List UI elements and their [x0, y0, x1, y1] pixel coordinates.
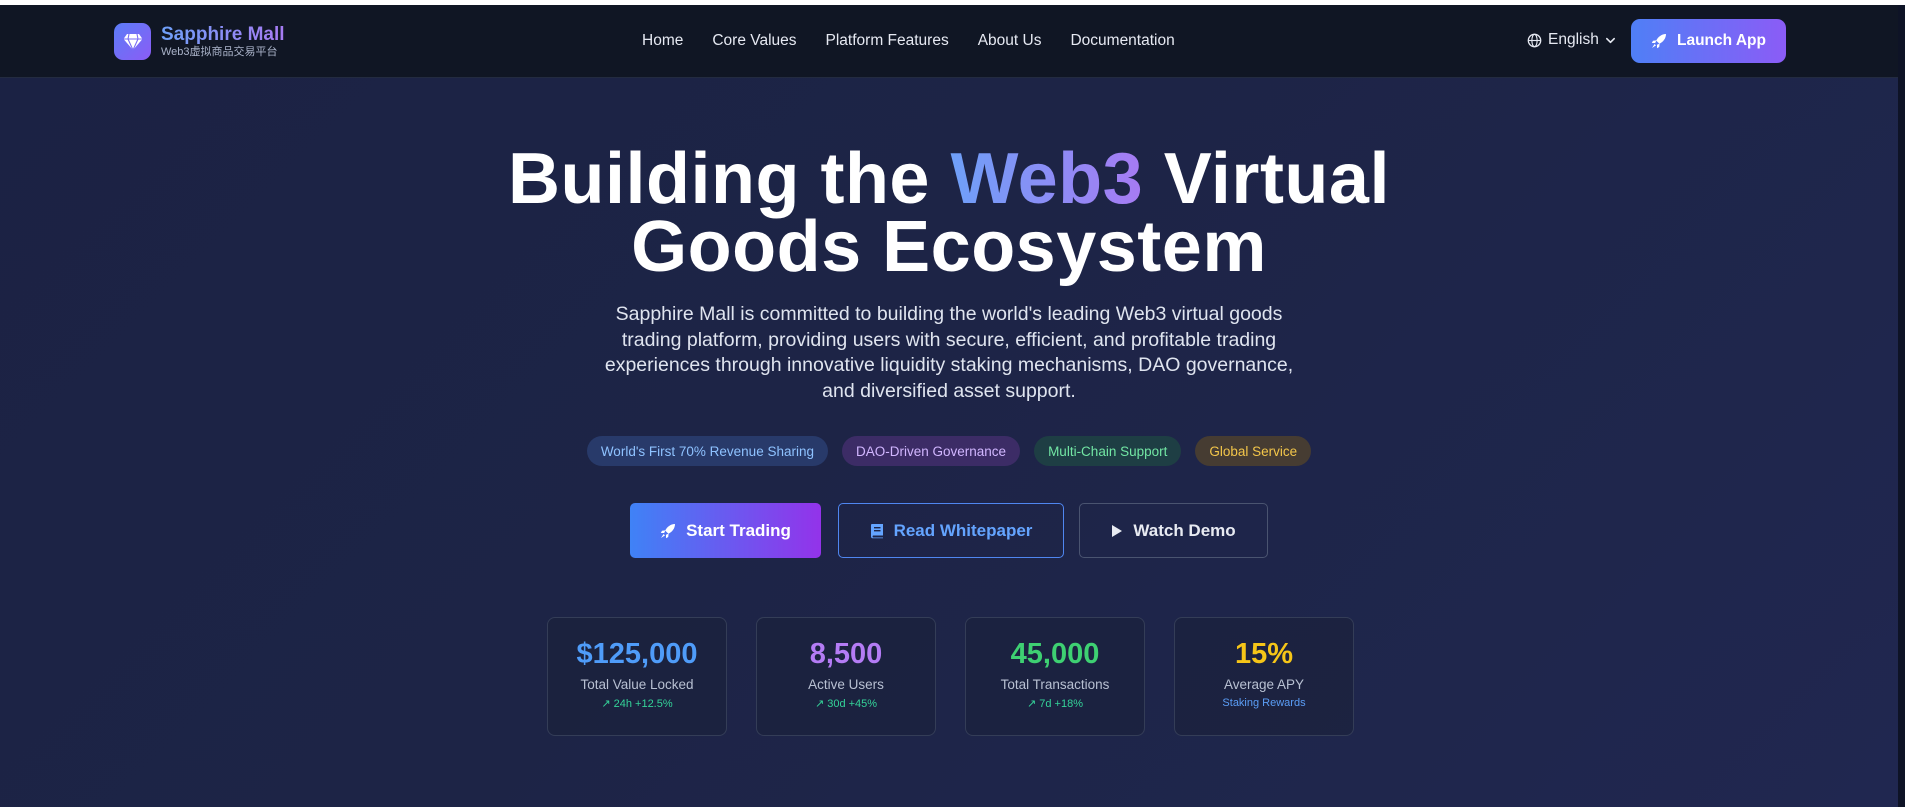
watch-demo-button[interactable]: Watch Demo — [1079, 503, 1268, 558]
tag-multi-chain: Multi-Chain Support — [1034, 436, 1182, 466]
globe-icon — [1527, 33, 1542, 48]
start-trading-button[interactable]: Start Trading — [630, 503, 821, 558]
brand-name: Sapphire Mall — [161, 24, 285, 45]
nav-platform-features[interactable]: Platform Features — [826, 32, 949, 50]
stat-note: Staking Rewards — [1222, 697, 1306, 709]
start-trading-label: Start Trading — [686, 520, 791, 540]
feature-tags: World's First 70% Revenue Sharing DAO-Dr… — [0, 436, 1898, 466]
stat-value: 45,000 — [1010, 638, 1100, 670]
brand[interactable]: Sapphire Mall Web3虚拟商品交易平台 — [114, 23, 285, 60]
stat-label: Total Transactions — [1000, 677, 1110, 692]
launch-app-label: Launch App — [1677, 32, 1766, 49]
main-nav: Home Core Values Platform Features About… — [642, 5, 1204, 77]
stat-label: Active Users — [808, 677, 884, 692]
stat-card-tvl: $125,000 Total Value Locked ↗ 24h +12.5% — [547, 617, 727, 736]
stat-change: ↗ 24h +12.5% — [601, 698, 673, 710]
read-whitepaper-button[interactable]: Read Whitepaper — [838, 503, 1064, 558]
nav-core-values[interactable]: Core Values — [712, 32, 796, 50]
stat-value: $125,000 — [576, 638, 698, 670]
rocket-icon — [1651, 33, 1667, 49]
stat-card-apy: 15% Average APY Staking Rewards — [1174, 617, 1354, 736]
chevron-down-icon — [1605, 35, 1616, 46]
hero-title-line2: Goods Ecosystem — [631, 207, 1267, 287]
watch-demo-label: Watch Demo — [1133, 520, 1236, 540]
brand-subtitle: Web3虚拟商品交易平台 — [161, 46, 278, 58]
language-label: English — [1548, 31, 1599, 48]
stat-label: Total Value Locked — [580, 677, 694, 692]
stat-change: ↗ 7d +18% — [1026, 698, 1083, 710]
tag-global-service: Global Service — [1195, 436, 1312, 466]
stat-label: Average APY — [1223, 677, 1305, 692]
page-viewport: Sapphire Mall Web3虚拟商品交易平台 Home Core Val… — [0, 5, 1905, 807]
play-icon — [1111, 524, 1123, 538]
hero-description: Sapphire Mall is committed to building t… — [604, 303, 1294, 402]
language-selector[interactable]: English — [1527, 31, 1616, 49]
stat-value: 15% — [1234, 638, 1294, 670]
stat-value: 8,500 — [809, 638, 883, 670]
stat-card-active-users: 8,500 Active Users ↗ 30d +45% — [756, 617, 936, 736]
gem-icon — [114, 23, 151, 60]
book-icon — [870, 523, 884, 539]
nav-about-us[interactable]: About Us — [978, 32, 1042, 50]
tag-revenue-sharing: World's First 70% Revenue Sharing — [586, 436, 828, 466]
hero-title: Building the Web3 Virtual Goods Ecosyste… — [0, 143, 1898, 283]
page-scrollbar[interactable] — [1898, 5, 1905, 807]
stat-card-transactions: 45,000 Total Transactions ↗ 7d +18% — [965, 617, 1145, 736]
nav-home[interactable]: Home — [642, 32, 683, 50]
top-navbar: Sapphire Mall Web3虚拟商品交易平台 Home Core Val… — [0, 5, 1898, 78]
tag-dao-governance: DAO-Driven Governance — [842, 436, 1021, 466]
stat-change: ↗ 30d +45% — [814, 698, 878, 710]
rocket-icon — [660, 523, 676, 539]
nav-documentation[interactable]: Documentation — [1070, 32, 1174, 50]
launch-app-button[interactable]: Launch App — [1631, 19, 1786, 63]
read-whitepaper-label: Read Whitepaper — [893, 520, 1033, 540]
